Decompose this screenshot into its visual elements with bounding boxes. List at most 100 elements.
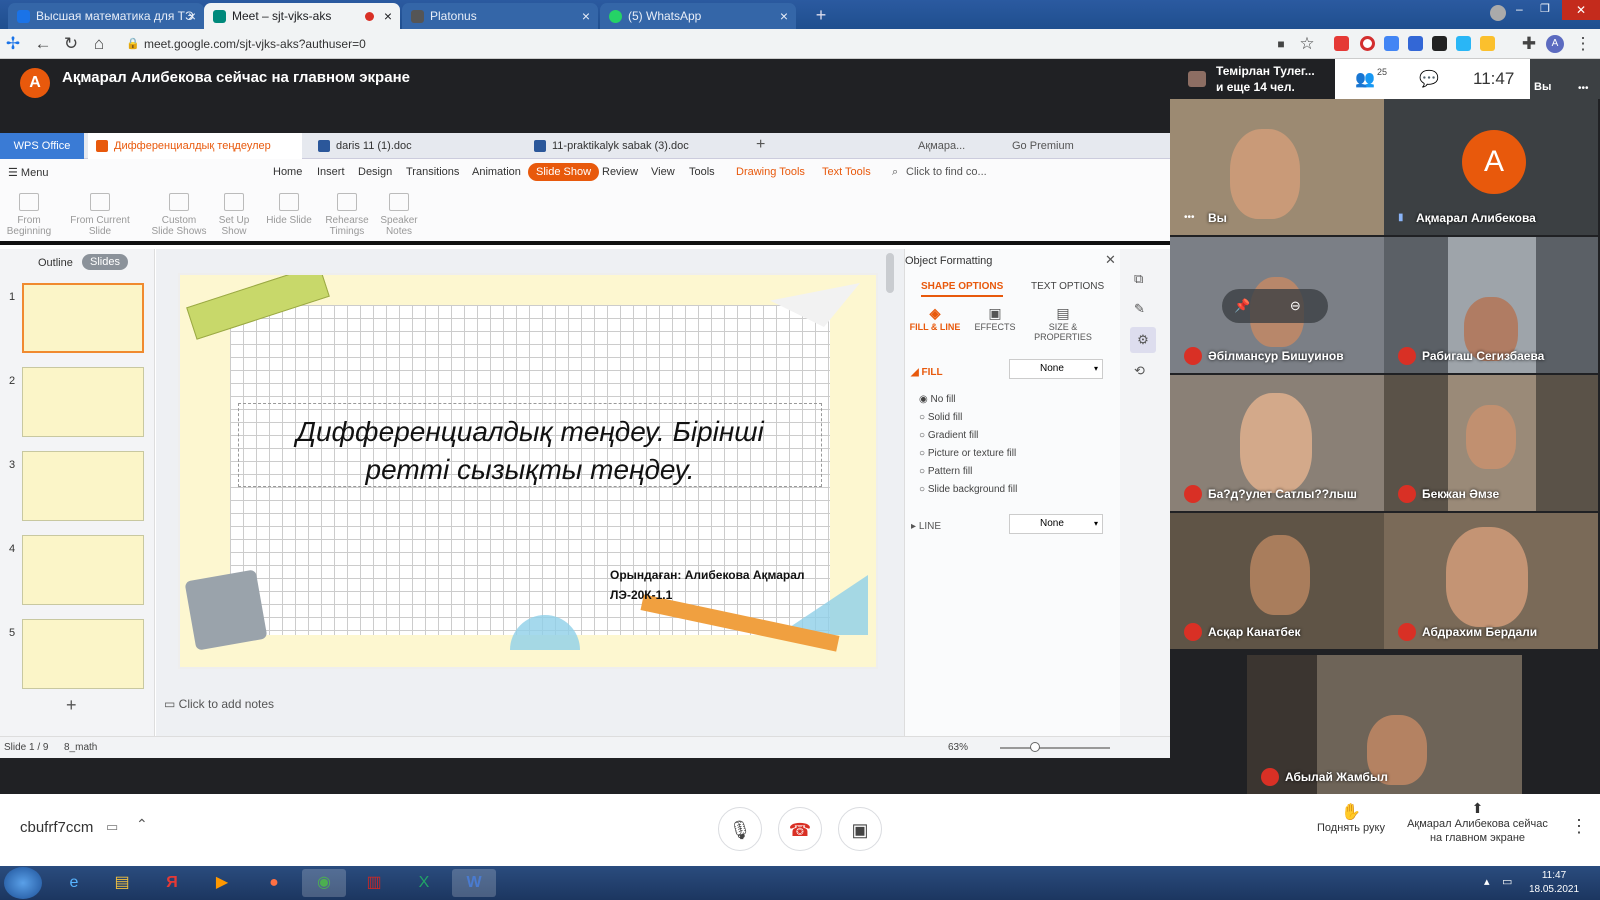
word-icon[interactable]: W [452,869,496,897]
pin-icon[interactable]: ✎ [1134,301,1145,317]
extension-icon[interactable] [1480,36,1495,51]
microphone-button[interactable]: 🎙 [718,807,762,851]
radio-solid-fill[interactable]: ○ Solid fill [919,409,1017,427]
doc-tab-active[interactable]: Дифференциалдық теңдеулер [88,133,302,159]
slide-thumbnail[interactable] [22,367,144,437]
tray-arrow-icon[interactable]: ▴ [1484,875,1490,888]
menu-home[interactable]: Home [273,166,302,178]
participant-tile[interactable]: Рабигаш Сегизбаева [1384,237,1598,373]
window-close-icon[interactable]: ✕ [1562,0,1600,20]
more-vert-icon[interactable]: ⋮ [1572,33,1594,55]
panel-title[interactable]: Object Formatting [905,255,992,267]
pin-icon[interactable]: 📌 [1234,298,1250,313]
home-icon[interactable]: ⌂ [88,33,110,55]
custom-slide-shows-button[interactable]: Custom Slide Shows [150,193,208,237]
slide-thumbnail[interactable] [22,535,144,605]
extension-icon[interactable] [1408,36,1423,51]
network-icon[interactable]: ▭ [1502,875,1512,888]
meeting-code[interactable]: cbufrf7ccm [20,819,93,836]
fill-dropdown[interactable]: None ▾ [1009,359,1103,379]
bookmark-star-icon[interactable]: ☆ [1296,33,1318,55]
tab-whatsapp[interactable]: (5) WhatsApp × [600,3,796,29]
leave-call-button[interactable]: ☎ [778,807,822,851]
find-command-field[interactable]: Click to find co... [906,166,987,178]
slide-canvas[interactable]: Дифференциалдық теңдеу. Бірінші ретті сы… [178,273,878,669]
participant-tile[interactable]: Абылай Жамбыл [1247,655,1522,794]
tab-meet[interactable]: Meet – sjt-vjks-aks × [204,3,400,29]
close-icon[interactable]: × [780,3,788,29]
wps-user[interactable]: Ақмара... [918,140,965,152]
shapes-icon[interactable]: ⧉ [1134,271,1143,287]
speaker-notes-button[interactable]: Speaker Notes [370,193,428,237]
tab-text-options[interactable]: TEXT OPTIONS [1031,281,1104,292]
tab-outline[interactable]: Outline [38,257,73,269]
fill-section[interactable]: ◢ FILL [911,367,943,378]
participant-tile[interactable]: 📌 ⊖ Әбілмансур Бишуинов [1170,237,1384,373]
chrome-icon[interactable]: ◉ [302,869,346,897]
radio-picture-fill[interactable]: ○ Picture or texture fill [919,445,1017,463]
menu-design[interactable]: Design [358,166,392,178]
firefox-icon[interactable]: ● [252,869,296,897]
hide-slide-button[interactable]: Hide Slide [262,193,316,226]
yandex-browser-icon[interactable]: Я [150,869,194,897]
vertical-scrollbar[interactable] [886,253,894,293]
back-icon[interactable]: ← [32,33,54,55]
wps-office-logo[interactable]: WPS Office [0,133,84,159]
close-icon[interactable]: × [188,3,196,29]
subtab-effects[interactable]: ▣ EFFECTS [965,305,1025,332]
camera-button[interactable]: ▣ [838,807,882,851]
media-player-icon[interactable]: ▶ [200,869,244,897]
system-clock[interactable]: 11:47 18.05.2021 [1524,869,1584,897]
more-horiz-icon[interactable]: ••• [1578,83,1589,94]
close-icon[interactable]: ✕ [1105,252,1116,268]
go-premium-button[interactable]: Go Premium [1012,140,1074,152]
profile-avatar[interactable]: A [1546,35,1564,53]
notes-field[interactable]: ▭ Click to add notes [164,697,274,711]
puzzle-icon[interactable]: ✚ [1518,33,1540,55]
opera-icon[interactable] [1360,36,1375,51]
profile-menu-icon[interactable] [1490,5,1506,21]
tab-slides[interactable]: Slides [82,254,128,270]
doc-tab[interactable]: daris 11 (1).doc [310,133,510,159]
extension-icon[interactable] [1432,36,1447,51]
presenting-button[interactable]: ⬆ Ақмарал Алибекова сейчас на главном эк… [1400,800,1555,845]
slide-thumbnail[interactable] [22,451,144,521]
doc-tab[interactable]: 11-praktikalyk sabak (3).doc [526,133,726,159]
camera-indicator-icon[interactable]: ■ [1270,33,1292,55]
menu-review[interactable]: Review [602,166,638,178]
add-slide-icon[interactable]: + [66,695,77,716]
tab-classroom[interactable]: Высшая математика для ТЭ × [8,3,204,29]
captions-icon[interactable]: ▭ [106,819,118,835]
window-minimize-icon[interactable]: – [1516,2,1523,16]
more-vert-icon[interactable]: ⋮ [1570,816,1588,837]
participant-tile[interactable]: Асқар Канатбек [1170,513,1384,649]
menu-transitions[interactable]: Transitions [406,166,459,178]
radio-gradient-fill[interactable]: ○ Gradient fill [919,427,1017,445]
add-tab-icon[interactable]: + [756,136,765,154]
radio-no-fill[interactable]: ◉ No fill [919,391,1017,409]
zoom-slider[interactable] [1000,747,1110,749]
menu-animation[interactable]: Animation [472,166,521,178]
close-icon[interactable]: × [384,3,392,29]
participant-tile[interactable]: Ба?д?улет Сатлы??лыш [1170,375,1384,511]
subtab-fill-line[interactable]: ◈ FILL & LINE [905,305,965,332]
line-section[interactable]: ▸ LINE [911,521,941,532]
window-restore-icon[interactable]: ❐ [1540,2,1550,15]
excel-icon[interactable]: X [402,869,446,897]
menu-tools[interactable]: Tools [689,166,715,178]
top-participant-pill[interactable]: Темірлан Тулег... и еще 14 чел. [1170,59,1335,99]
menu-slide-show[interactable]: Slide Show [528,163,600,181]
zoom-level[interactable]: 63% [948,742,968,753]
line-dropdown[interactable]: None ▾ [1009,514,1103,534]
radio-pattern-fill[interactable]: ○ Pattern fill [919,463,1017,481]
internet-explorer-icon[interactable]: e [52,869,96,897]
winrar-icon[interactable]: ▥ [352,869,396,897]
slide-thumbnail[interactable] [22,283,144,353]
slide-title[interactable]: Дифференциалдық теңдеу. Бірінші ретті сы… [270,413,790,489]
participant-tile[interactable]: ••• Вы [1170,99,1384,235]
people-icon[interactable]: 👥 [1355,69,1375,89]
zoom-thumb[interactable] [1030,742,1040,752]
participant-tile[interactable]: Абдрахим Бердали [1384,513,1598,649]
menu-button[interactable]: ☰ Menu [8,166,48,179]
radio-slide-bg-fill[interactable]: ○ Slide background fill [919,481,1017,499]
